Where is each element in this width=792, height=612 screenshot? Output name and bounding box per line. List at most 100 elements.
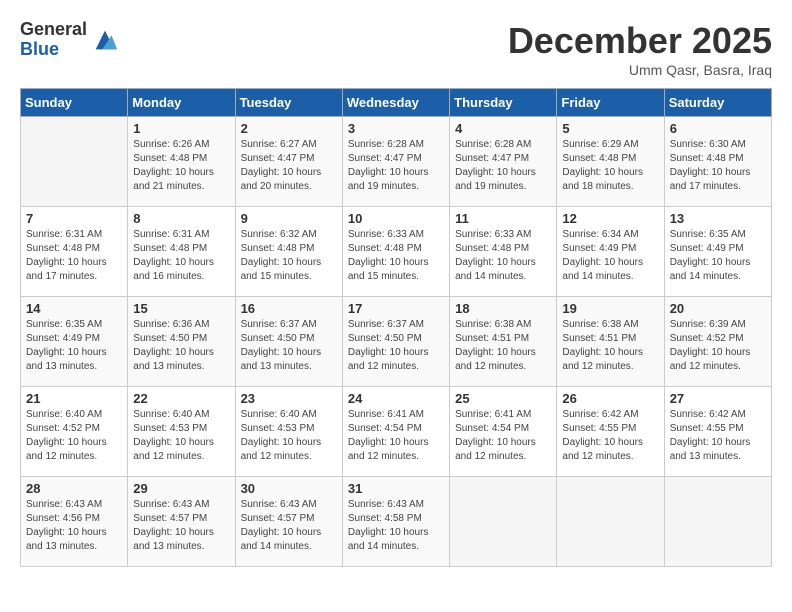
header-day-sunday: Sunday	[21, 89, 128, 117]
day-number: 3	[348, 121, 444, 136]
day-number: 26	[562, 391, 658, 406]
header-day-friday: Friday	[557, 89, 664, 117]
location: Umm Qasr, Basra, Iraq	[508, 62, 772, 78]
day-number: 6	[670, 121, 766, 136]
calendar-cell: 28 Sunrise: 6:43 AMSunset: 4:56 PMDayligh…	[21, 477, 128, 567]
day-number: 8	[133, 211, 229, 226]
logo-blue: Blue	[20, 40, 87, 60]
day-info: Sunrise: 6:26 AMSunset: 4:48 PMDaylight:…	[133, 138, 229, 194]
day-info: Sunrise: 6:35 AMSunset: 4:49 PMDaylight:…	[26, 318, 122, 374]
day-number: 20	[670, 301, 766, 316]
day-info: Sunrise: 6:28 AMSunset: 4:47 PMDaylight:…	[348, 138, 444, 194]
calendar-cell: 16Sunrise: 6:37 AMSunset: 4:50 PMDayligh…	[235, 297, 342, 387]
week-row-3: 14 Sunrise: 6:35 AMSunset: 4:49 PMDayligh…	[21, 297, 772, 387]
calendar-cell	[664, 477, 771, 567]
day-number: 5	[562, 121, 658, 136]
day-info: Sunrise: 6:27 AMSunset: 4:47 PMDaylight:…	[241, 138, 337, 194]
day-number: 27	[670, 391, 766, 406]
day-info: Sunrise: 6:33 AMSunset: 4:48 PMDaylight:…	[455, 228, 551, 284]
day-info: Sunrise: 6:43 AMSunset: 4:57 PMDaylight:…	[133, 498, 229, 554]
calendar-cell: 27 Sunrise: 6:42 AMSunset: 4:55 PMDayligh…	[664, 387, 771, 477]
header-day-monday: Monday	[128, 89, 235, 117]
day-number: 14	[26, 301, 122, 316]
calendar-cell: 20 Sunrise: 6:39 AMSunset: 4:52 PMDayligh…	[664, 297, 771, 387]
day-info: Sunrise: 6:40 AMSunset: 4:53 PMDaylight:…	[133, 408, 229, 464]
header-day-wednesday: Wednesday	[342, 89, 449, 117]
day-info: Sunrise: 6:29 AMSunset: 4:48 PMDaylight:…	[562, 138, 658, 194]
day-info: Sunrise: 6:33 AMSunset: 4:48 PMDaylight:…	[348, 228, 444, 284]
day-info: Sunrise: 6:28 AMSunset: 4:47 PMDaylight:…	[455, 138, 551, 194]
day-info: Sunrise: 6:37 AMSunset: 4:50 PMDaylight:…	[348, 318, 444, 374]
calendar-cell: 18 Sunrise: 6:38 AMSunset: 4:51 PMDayligh…	[450, 297, 557, 387]
day-number: 16	[241, 301, 337, 316]
calendar-cell: 2 Sunrise: 6:27 AMSunset: 4:47 PMDaylight…	[235, 117, 342, 207]
day-number: 25	[455, 391, 551, 406]
calendar-cell: 14 Sunrise: 6:35 AMSunset: 4:49 PMDayligh…	[21, 297, 128, 387]
calendar-cell: 1 Sunrise: 6:26 AMSunset: 4:48 PMDaylight…	[128, 117, 235, 207]
week-row-5: 28 Sunrise: 6:43 AMSunset: 4:56 PMDayligh…	[21, 477, 772, 567]
day-info: Sunrise: 6:32 AMSunset: 4:48 PMDaylight:…	[241, 228, 337, 284]
calendar-table: SundayMondayTuesdayWednesdayThursdayFrid…	[20, 88, 772, 567]
day-info: Sunrise: 6:40 AMSunset: 4:52 PMDaylight:…	[26, 408, 122, 464]
day-info: Sunrise: 6:41 AMSunset: 4:54 PMDaylight:…	[455, 408, 551, 464]
calendar-cell	[450, 477, 557, 567]
calendar-cell: 22Sunrise: 6:40 AMSunset: 4:53 PMDayligh…	[128, 387, 235, 477]
day-info: Sunrise: 6:41 AMSunset: 4:54 PMDaylight:…	[348, 408, 444, 464]
calendar-cell	[21, 117, 128, 207]
day-info: Sunrise: 6:43 AMSunset: 4:58 PMDaylight:…	[348, 498, 444, 554]
day-info: Sunrise: 6:31 AMSunset: 4:48 PMDaylight:…	[133, 228, 229, 284]
calendar-cell: 4 Sunrise: 6:28 AMSunset: 4:47 PMDaylight…	[450, 117, 557, 207]
day-info: Sunrise: 6:38 AMSunset: 4:51 PMDaylight:…	[455, 318, 551, 374]
calendar-cell: 17 Sunrise: 6:37 AMSunset: 4:50 PMDayligh…	[342, 297, 449, 387]
day-number: 11	[455, 211, 551, 226]
page-header: General Blue December 2025 Umm Qasr, Bas…	[20, 20, 772, 78]
calendar-cell	[557, 477, 664, 567]
day-number: 21	[26, 391, 122, 406]
day-number: 10	[348, 211, 444, 226]
calendar-cell: 8 Sunrise: 6:31 AMSunset: 4:48 PMDaylight…	[128, 207, 235, 297]
day-info: Sunrise: 6:34 AMSunset: 4:49 PMDaylight:…	[562, 228, 658, 284]
day-number: 18	[455, 301, 551, 316]
day-number: 7	[26, 211, 122, 226]
day-info: Sunrise: 6:30 AMSunset: 4:48 PMDaylight:…	[670, 138, 766, 194]
day-number: 23	[241, 391, 337, 406]
calendar-cell: 15Sunrise: 6:36 AMSunset: 4:50 PMDayligh…	[128, 297, 235, 387]
logo: General Blue	[20, 20, 119, 60]
day-info: Sunrise: 6:42 AMSunset: 4:55 PMDaylight:…	[562, 408, 658, 464]
day-number: 9	[241, 211, 337, 226]
header-day-tuesday: Tuesday	[235, 89, 342, 117]
calendar-cell: 30Sunrise: 6:43 AMSunset: 4:57 PMDayligh…	[235, 477, 342, 567]
day-info: Sunrise: 6:36 AMSunset: 4:50 PMDaylight:…	[133, 318, 229, 374]
calendar-cell: 31Sunrise: 6:43 AMSunset: 4:58 PMDayligh…	[342, 477, 449, 567]
calendar-cell: 7 Sunrise: 6:31 AMSunset: 4:48 PMDaylight…	[21, 207, 128, 297]
day-number: 17	[348, 301, 444, 316]
month-title: December 2025	[508, 20, 772, 62]
calendar-cell: 11 Sunrise: 6:33 AMSunset: 4:48 PMDayligh…	[450, 207, 557, 297]
day-number: 28	[26, 481, 122, 496]
day-info: Sunrise: 6:31 AMSunset: 4:48 PMDaylight:…	[26, 228, 122, 284]
header-day-thursday: Thursday	[450, 89, 557, 117]
day-number: 4	[455, 121, 551, 136]
header-day-saturday: Saturday	[664, 89, 771, 117]
day-info: Sunrise: 6:39 AMSunset: 4:52 PMDaylight:…	[670, 318, 766, 374]
day-number: 19	[562, 301, 658, 316]
day-info: Sunrise: 6:42 AMSunset: 4:55 PMDaylight:…	[670, 408, 766, 464]
header-row: SundayMondayTuesdayWednesdayThursdayFrid…	[21, 89, 772, 117]
day-info: Sunrise: 6:35 AMSunset: 4:49 PMDaylight:…	[670, 228, 766, 284]
day-info: Sunrise: 6:43 AMSunset: 4:56 PMDaylight:…	[26, 498, 122, 554]
day-info: Sunrise: 6:40 AMSunset: 4:53 PMDaylight:…	[241, 408, 337, 464]
day-number: 2	[241, 121, 337, 136]
day-info: Sunrise: 6:38 AMSunset: 4:51 PMDaylight:…	[562, 318, 658, 374]
calendar-cell: 23 Sunrise: 6:40 AMSunset: 4:53 PMDayligh…	[235, 387, 342, 477]
calendar-cell: 26 Sunrise: 6:42 AMSunset: 4:55 PMDayligh…	[557, 387, 664, 477]
week-row-1: 1 Sunrise: 6:26 AMSunset: 4:48 PMDaylight…	[21, 117, 772, 207]
day-number: 1	[133, 121, 229, 136]
calendar-cell: 21 Sunrise: 6:40 AMSunset: 4:52 PMDayligh…	[21, 387, 128, 477]
logo-general: General	[20, 20, 87, 40]
day-number: 12	[562, 211, 658, 226]
logo-icon	[91, 26, 119, 54]
calendar-cell: 13Sunrise: 6:35 AMSunset: 4:49 PMDayligh…	[664, 207, 771, 297]
calendar-cell: 10 Sunrise: 6:33 AMSunset: 4:48 PMDayligh…	[342, 207, 449, 297]
calendar-cell: 5 Sunrise: 6:29 AMSunset: 4:48 PMDaylight…	[557, 117, 664, 207]
calendar-cell: 6 Sunrise: 6:30 AMSunset: 4:48 PMDaylight…	[664, 117, 771, 207]
